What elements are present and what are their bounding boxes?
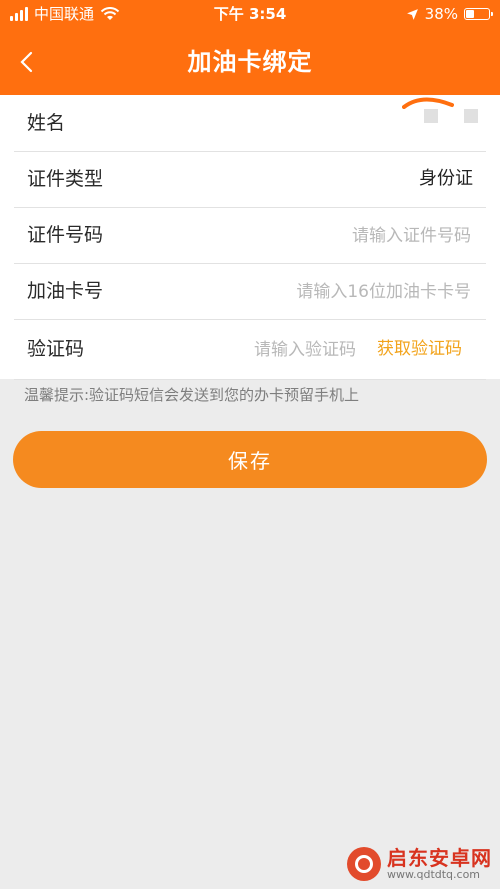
verify-code-label: 验证码 — [27, 338, 85, 360]
get-code-button[interactable]: 获取验证码 — [377, 319, 462, 379]
battery-percent: 38% — [424, 5, 458, 23]
card-binding-form: 姓名 证件类型 身份证 证件号码 加油卡号 验证码 获取验证码 — [0, 95, 500, 380]
watermark-title: 启东安卓网 — [387, 845, 492, 870]
id-number-input[interactable] — [209, 220, 473, 252]
card-number-input[interactable] — [209, 276, 473, 308]
page-title: 加油卡绑定 — [187, 48, 313, 76]
watermark-text: 启东安卓网 www.qdtdtq.com — [387, 847, 492, 881]
card-number-label: 加油卡号 — [27, 280, 104, 302]
watermark-url: www.qdtdtq.com — [387, 867, 481, 881]
save-button[interactable]: 保存 — [13, 431, 487, 488]
id-number-label: 证件号码 — [27, 224, 104, 246]
name-value-redacted — [402, 97, 454, 109]
id-type-row[interactable]: 证件类型 身份证 — [14, 151, 486, 208]
name-row[interactable]: 姓名 — [14, 95, 486, 152]
card-number-row: 加油卡号 — [14, 263, 486, 320]
name-label: 姓名 — [27, 112, 66, 134]
battery-fill — [466, 10, 475, 18]
name-value-masked — [424, 109, 478, 123]
sms-hint-text: 温馨提示:验证码短信会发送到您的办卡预留手机上 — [24, 386, 360, 404]
site-watermark: 启东安卓网 www.qdtdtq.com — [347, 847, 492, 881]
app-header: 中国联通 下午 3:54 38% 加油卡绑定 — [0, 0, 500, 95]
status-bar: 中国联通 下午 3:54 38% — [0, 0, 500, 28]
verify-code-input[interactable] — [154, 334, 358, 366]
location-arrow-icon — [406, 8, 418, 20]
id-number-row: 证件号码 — [14, 207, 486, 264]
status-right: 38% — [406, 0, 493, 28]
id-type-label: 证件类型 — [27, 168, 104, 190]
verify-code-row: 验证码 获取验证码 — [14, 319, 486, 380]
id-type-value[interactable]: 身份证 — [419, 151, 473, 207]
battery-icon — [464, 8, 493, 20]
watermark-logo-icon — [347, 846, 381, 881]
